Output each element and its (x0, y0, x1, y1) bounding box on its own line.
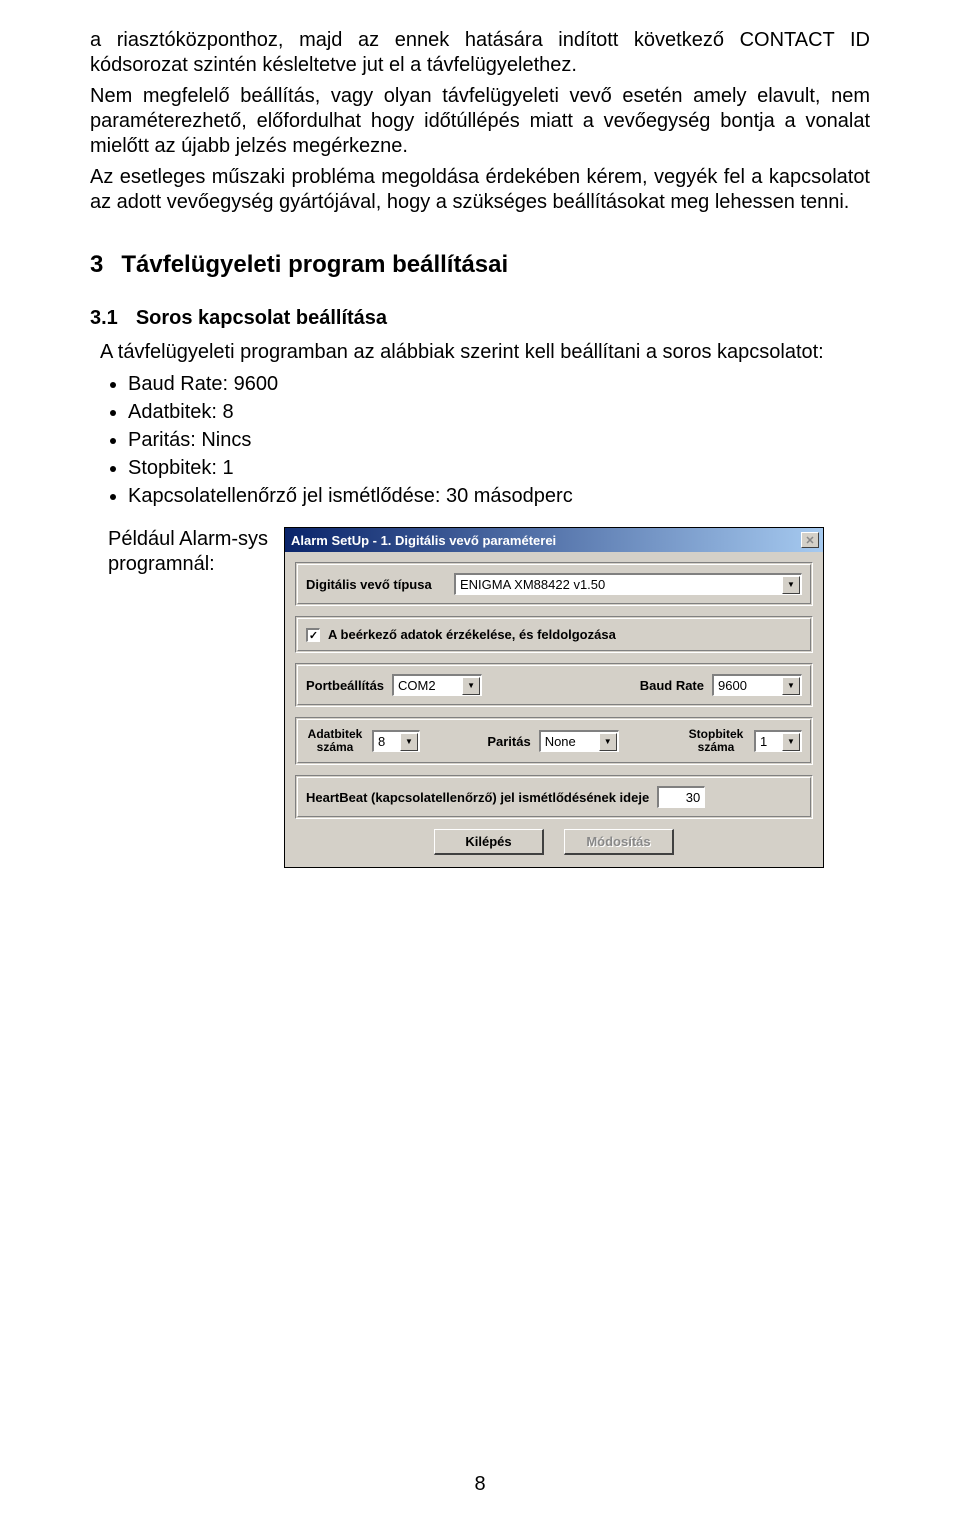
example-label: Például Alarm-sys programnál: (90, 527, 270, 577)
chevron-down-icon: ▼ (599, 733, 617, 751)
receiver-type-label: Digitális vevő típusa (306, 577, 446, 592)
data-processing-group: ✓ A beérkező adatok érzékelése, és feldo… (295, 616, 813, 653)
chevron-down-icon: ▼ (782, 677, 800, 695)
data-processing-label: A beérkező adatok érzékelése, és feldolg… (328, 627, 616, 642)
heading-3-1-title: Soros kapcsolat beállítása (136, 307, 387, 330)
bullet-parity: Paritás: Nincs (128, 427, 870, 453)
paragraph-2: Nem megfelelő beállítás, vagy olyan távf… (90, 84, 870, 159)
paragraph-1: a riasztóközponthoz, majd az ennek hatás… (90, 28, 870, 78)
bullet-heartbeat: Kapcsolatellenőrző jel ismétlődése: 30 m… (128, 483, 870, 509)
heartbeat-input[interactable]: 30 (657, 786, 705, 808)
list-intro: A távfelügyeleti programban az alábbiak … (100, 340, 870, 365)
heading-3-1: 3.1 Soros kapcsolat beállítása (90, 307, 870, 330)
chevron-down-icon: ▼ (782, 576, 800, 594)
receiver-type-group: Digitális vevő típusa ENIGMA XM88422 v1.… (295, 562, 813, 606)
page-number: 8 (0, 1473, 960, 1496)
baud-label: Baud Rate (640, 678, 704, 693)
heading-3: 3 Távfelügyeleti program beállításai (90, 251, 870, 279)
databits-value: 8 (378, 734, 385, 749)
chevron-down-icon: ▼ (462, 677, 480, 695)
heading-3-title: Távfelügyeleti program beállításai (121, 251, 508, 279)
dialog-title: Alarm SetUp - 1. Digitális vevő paraméte… (291, 533, 556, 548)
heartbeat-group: HeartBeat (kapcsolatellenőrző) jel ismét… (295, 775, 813, 819)
heartbeat-label: HeartBeat (kapcsolatellenőrző) jel ismét… (306, 790, 649, 805)
bullet-baud-rate: Baud Rate: 9600 (128, 371, 870, 397)
modify-button[interactable]: Módosítás (564, 829, 674, 855)
parity-value: None (545, 734, 576, 749)
settings-bullet-list: Baud Rate: 9600 Adatbitek: 8 Paritás: Ni… (128, 371, 870, 509)
databits-dropdown[interactable]: 8 ▼ (372, 730, 420, 752)
port-value: COM2 (398, 678, 436, 693)
receiver-type-value: ENIGMA XM88422 v1.50 (460, 577, 605, 592)
heading-3-number: 3 (90, 251, 103, 279)
bits-parity-group: Adatbitek száma 8 ▼ Paritás None ▼ (295, 717, 813, 765)
bullet-databits: Adatbitek: 8 (128, 399, 870, 425)
port-label: Portbeállítás (306, 678, 384, 693)
close-icon[interactable]: ✕ (801, 532, 819, 548)
baud-dropdown[interactable]: 9600 ▼ (712, 674, 802, 696)
chevron-down-icon: ▼ (400, 733, 418, 751)
chevron-down-icon: ▼ (782, 733, 800, 751)
alarm-setup-dialog: Alarm SetUp - 1. Digitális vevő paraméte… (284, 527, 824, 868)
paragraph-3: Az esetleges műszaki probléma megoldása … (90, 165, 870, 215)
data-processing-checkbox[interactable]: ✓ (306, 628, 320, 642)
dialog-titlebar[interactable]: Alarm SetUp - 1. Digitális vevő paraméte… (285, 528, 823, 552)
heading-3-1-number: 3.1 (90, 307, 118, 330)
baud-value: 9600 (718, 678, 747, 693)
stopbits-label: Stopbitek száma (686, 728, 746, 754)
databits-label: Adatbitek száma (306, 728, 364, 754)
port-dropdown[interactable]: COM2 ▼ (392, 674, 482, 696)
heartbeat-value: 30 (686, 790, 700, 805)
stopbits-value: 1 (760, 734, 767, 749)
port-baud-group: Portbeállítás COM2 ▼ Baud Rate 9600 ▼ (295, 663, 813, 707)
stopbits-dropdown[interactable]: 1 ▼ (754, 730, 802, 752)
parity-label: Paritás (487, 734, 530, 749)
bullet-stopbits: Stopbitek: 1 (128, 455, 870, 481)
receiver-type-dropdown[interactable]: ENIGMA XM88422 v1.50 ▼ (454, 573, 802, 595)
exit-button[interactable]: Kilépés (434, 829, 544, 855)
parity-dropdown[interactable]: None ▼ (539, 730, 619, 752)
